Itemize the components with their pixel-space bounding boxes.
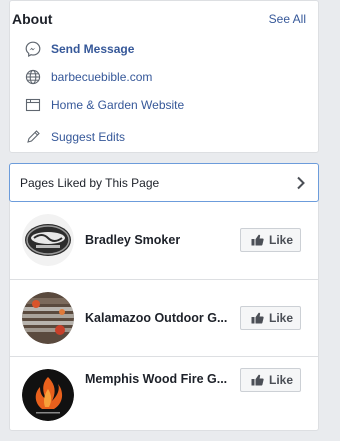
like-label: Like xyxy=(269,311,294,325)
pages-liked-card: Pages Liked by This Page Bradley Smoker xyxy=(9,163,319,431)
about-header: About See All xyxy=(10,1,318,37)
thumbs-up-icon xyxy=(251,234,264,246)
about-title: About xyxy=(12,11,53,27)
window-icon xyxy=(24,96,42,114)
globe-icon xyxy=(24,68,42,86)
chevron-right-icon[interactable] xyxy=(294,175,308,191)
page-name[interactable]: Memphis Wood Fire G... xyxy=(85,372,227,386)
category-link[interactable]: Home & Garden Website xyxy=(51,98,184,112)
website-row[interactable]: barbecuebible.com xyxy=(10,65,318,89)
suggest-edits-link[interactable]: Suggest Edits xyxy=(51,130,125,144)
avatar[interactable] xyxy=(22,369,74,421)
pages-liked-header[interactable]: Pages Liked by This Page xyxy=(9,163,319,202)
like-button[interactable]: Like xyxy=(240,306,301,330)
send-message-row[interactable]: Send Message xyxy=(10,37,318,61)
avatar[interactable] xyxy=(22,292,74,344)
list-item: Kalamazoo Outdoor G... Like xyxy=(10,279,318,356)
pencil-icon xyxy=(24,128,42,146)
list-item: Memphis Wood Fire G... Like xyxy=(10,356,318,433)
thumbs-up-icon xyxy=(251,312,264,324)
messenger-icon xyxy=(24,40,42,58)
like-button[interactable]: Like xyxy=(240,368,301,392)
website-link[interactable]: barbecuebible.com xyxy=(51,70,152,84)
like-button[interactable]: Like xyxy=(240,228,301,252)
like-label: Like xyxy=(269,373,294,387)
category-row[interactable]: Home & Garden Website xyxy=(10,93,318,117)
list-item: Bradley Smoker Like xyxy=(10,202,318,279)
page-name[interactable]: Kalamazoo Outdoor G... xyxy=(85,311,227,325)
see-all-link[interactable]: See All xyxy=(269,12,306,26)
send-message-label[interactable]: Send Message xyxy=(51,42,134,56)
like-label: Like xyxy=(269,233,294,247)
about-card: About See All Send Message barbecuebible… xyxy=(9,0,319,153)
avatar[interactable] xyxy=(22,214,74,266)
pages-liked-title[interactable]: Pages Liked by This Page xyxy=(20,176,159,190)
thumbs-up-icon xyxy=(251,374,264,386)
page-name[interactable]: Bradley Smoker xyxy=(85,233,180,247)
suggest-edits-row[interactable]: Suggest Edits xyxy=(10,125,318,149)
